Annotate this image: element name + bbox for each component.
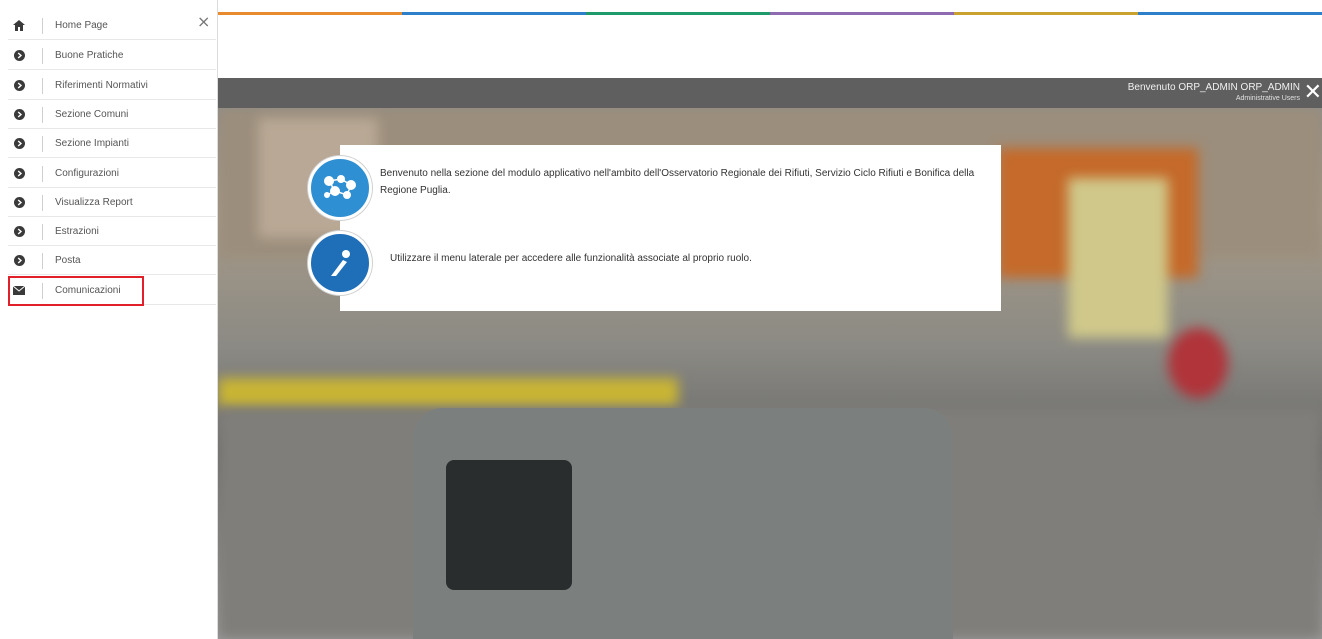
top-color-strip (218, 12, 1322, 15)
item-separator (42, 165, 43, 182)
item-separator (42, 252, 43, 269)
sidebar-item-configurazioni[interactable]: Configurazioni (8, 160, 216, 188)
sidebar-item-riferimenti-normativi[interactable]: Riferimenti Normativi (8, 72, 216, 100)
item-separator (42, 223, 43, 240)
sidebar-item-label: Configurazioni (55, 168, 119, 179)
item-separator (42, 194, 43, 211)
sidebar-item-label: Riferimenti Normativi (55, 80, 148, 91)
item-separator (42, 106, 43, 123)
circle-arrow-icon (8, 50, 30, 61)
sidebar-item-home-page[interactable]: Home Page (8, 12, 216, 40)
user-info: Benvenuto ORP_ADMIN ORP_ADMIN Administra… (1128, 82, 1300, 103)
sidebar-item-buone-pratiche[interactable]: Buone Pratiche (8, 42, 216, 70)
item-separator (42, 135, 43, 152)
welcome-text: Benvenuto nella sezione del modulo appli… (380, 168, 975, 196)
circle-arrow-icon (8, 255, 30, 266)
circle-arrow-icon (8, 80, 30, 91)
circle-arrow-icon (8, 168, 30, 179)
user-role-text: Administrative Users (1235, 95, 1300, 102)
sidebar-menu: × Home Page Buone Pratiche Riferimenti N… (0, 0, 218, 639)
trash-bin-opening (446, 460, 572, 590)
item-separator (42, 47, 43, 64)
envelope-icon (8, 286, 30, 295)
sidebar-item-sezione-comuni[interactable]: Sezione Comuni (8, 101, 216, 129)
welcome-user-text: Benvenuto ORP_ADMIN ORP_ADMIN (1127, 82, 1300, 93)
sidebar-item-estrazioni[interactable]: Estrazioni (8, 218, 216, 246)
home-icon (8, 20, 30, 31)
sidebar-item-label: Sezione Impianti (55, 138, 129, 149)
sidebar-item-label: Home Page (55, 20, 108, 31)
sidebar-item-label: Comunicazioni (55, 285, 121, 296)
header-bar: Benvenuto ORP_ADMIN ORP_ADMIN Administra… (218, 78, 1322, 108)
sidebar-item-label: Sezione Comuni (55, 109, 129, 120)
circle-arrow-icon (8, 109, 30, 120)
network-icon (308, 156, 372, 220)
circle-arrow-icon (8, 197, 30, 208)
item-separator (42, 282, 43, 299)
item-separator (42, 77, 43, 94)
sidebar-item-label: Estrazioni (55, 226, 99, 237)
info-icon (308, 231, 372, 295)
sidebar-item-posta[interactable]: Posta (8, 247, 216, 275)
sidebar-item-sezione-impianti[interactable]: Sezione Impianti (8, 130, 216, 158)
item-separator (42, 17, 43, 34)
sidebar-item-visualizza-report[interactable]: Visualizza Report (8, 189, 216, 217)
logout-close-icon[interactable]: ✕ (1304, 82, 1322, 104)
sidebar-item-label: Visualizza Report (55, 197, 133, 208)
sidebar-item-label: Buone Pratiche (55, 50, 124, 61)
welcome-card: Benvenuto nella sezione del modulo appli… (308, 145, 1001, 311)
sidebar-item-comunicazioni[interactable]: Comunicazioni (8, 277, 216, 305)
sidebar-item-label: Posta (55, 255, 81, 266)
circle-arrow-icon (8, 226, 30, 237)
info-text: Utilizzare il menu laterale per accedere… (390, 253, 752, 264)
circle-arrow-icon (8, 138, 30, 149)
